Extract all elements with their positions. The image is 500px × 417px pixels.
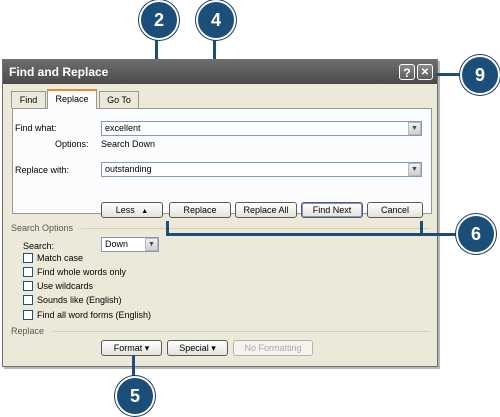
replace-section-heading: Replace xyxy=(11,326,45,336)
replace-all-button-label: Replace All xyxy=(243,205,289,215)
chevron-down-icon: ▼ xyxy=(411,166,418,173)
callout-6-bracket-r xyxy=(420,221,423,235)
callout-2: 2 xyxy=(139,0,179,40)
search-direction-dropdown[interactable]: ▼ xyxy=(145,238,158,251)
chevron-down-icon: ▼ xyxy=(411,125,418,132)
find-next-button-label: Find Next xyxy=(312,205,352,215)
tab-replace[interactable]: Replace xyxy=(47,89,97,109)
sounds-like-checkbox[interactable] xyxy=(23,295,33,305)
no-formatting-button-label: No Formatting xyxy=(244,343,302,353)
tab-find[interactable]: Find xyxy=(11,91,46,108)
search-direction-label: Search: xyxy=(23,241,55,251)
find-what-label: Find what: xyxy=(15,123,57,133)
tab-replace-label: Replace xyxy=(55,94,89,104)
callout-6: 6 xyxy=(456,214,496,254)
cancel-button[interactable]: Cancel xyxy=(367,202,423,218)
replace-section-divider xyxy=(53,331,429,332)
less-button[interactable]: Less ▲ xyxy=(101,202,163,218)
help-icon: ? xyxy=(403,66,411,80)
wildcards-checkbox[interactable] xyxy=(23,281,33,291)
callout-6-bracket-h xyxy=(166,233,459,236)
no-formatting-button[interactable]: No Formatting xyxy=(233,340,313,356)
special-button-label: Special xyxy=(179,343,209,353)
close-button[interactable]: ✕ xyxy=(417,64,433,80)
menu-arrow-icon: ▾ xyxy=(211,343,216,353)
options-value: Search Down xyxy=(101,139,156,149)
replace-with-value: outstanding xyxy=(105,164,152,174)
replace-all-button[interactable]: Replace All xyxy=(235,202,297,218)
format-button[interactable]: Format ▾ xyxy=(101,340,162,356)
chevron-down-icon: ▼ xyxy=(148,241,155,248)
replace-button-label: Replace xyxy=(183,205,217,215)
callout-5: 5 xyxy=(115,376,155,416)
less-button-label: Less xyxy=(115,205,135,215)
word-forms-label: Find all word forms (English) xyxy=(37,310,152,320)
tab-goto-label: Go To xyxy=(107,95,131,105)
whole-words-checkbox[interactable] xyxy=(23,267,33,277)
word-forms-checkbox[interactable] xyxy=(23,310,33,320)
format-button-label: Format xyxy=(113,343,143,353)
close-icon: ✕ xyxy=(420,67,430,78)
replace-with-input[interactable]: outstanding ▼ xyxy=(101,162,422,177)
whole-words-label: Find whole words only xyxy=(37,267,127,277)
special-button[interactable]: Special ▾ xyxy=(167,340,228,356)
cancel-button-label: Cancel xyxy=(380,205,409,215)
replace-button[interactable]: Replace xyxy=(169,202,231,218)
callout-4: 4 xyxy=(196,0,236,40)
sounds-like-label: Sounds like (English) xyxy=(37,295,122,305)
title-bar: Find and Replace ? ✕ xyxy=(3,60,437,84)
find-what-dropdown[interactable]: ▼ xyxy=(408,122,421,135)
match-case-checkbox[interactable] xyxy=(23,253,33,263)
match-case-label: Match case xyxy=(37,253,84,263)
callout-9: 9 xyxy=(460,55,500,95)
wildcards-label: Use wildcards xyxy=(37,281,94,291)
menu-arrow-icon: ▾ xyxy=(144,343,150,353)
tab-find-label: Find xyxy=(19,95,38,105)
chevron-up-icon: ▲ xyxy=(141,208,149,215)
search-direction-value: Down xyxy=(105,239,129,249)
tab-goto[interactable]: Go To xyxy=(99,91,139,108)
search-options-heading: Search Options xyxy=(11,223,74,233)
find-replace-dialog: Find and Replace ? ✕ Find Replace Go To … xyxy=(2,59,438,367)
search-options-divider xyxy=(81,228,429,229)
find-what-input[interactable]: excellent ▼ xyxy=(101,121,422,136)
options-label: Options: xyxy=(55,139,89,149)
search-direction-select[interactable]: Down ▼ xyxy=(101,237,159,252)
dialog-title: Find and Replace xyxy=(9,65,109,79)
find-next-button[interactable]: Find Next xyxy=(301,202,363,218)
help-button[interactable]: ? xyxy=(399,64,415,80)
replace-with-label: Replace with: xyxy=(15,165,70,175)
replace-with-dropdown[interactable]: ▼ xyxy=(408,163,421,176)
find-what-value: excellent xyxy=(105,123,141,133)
